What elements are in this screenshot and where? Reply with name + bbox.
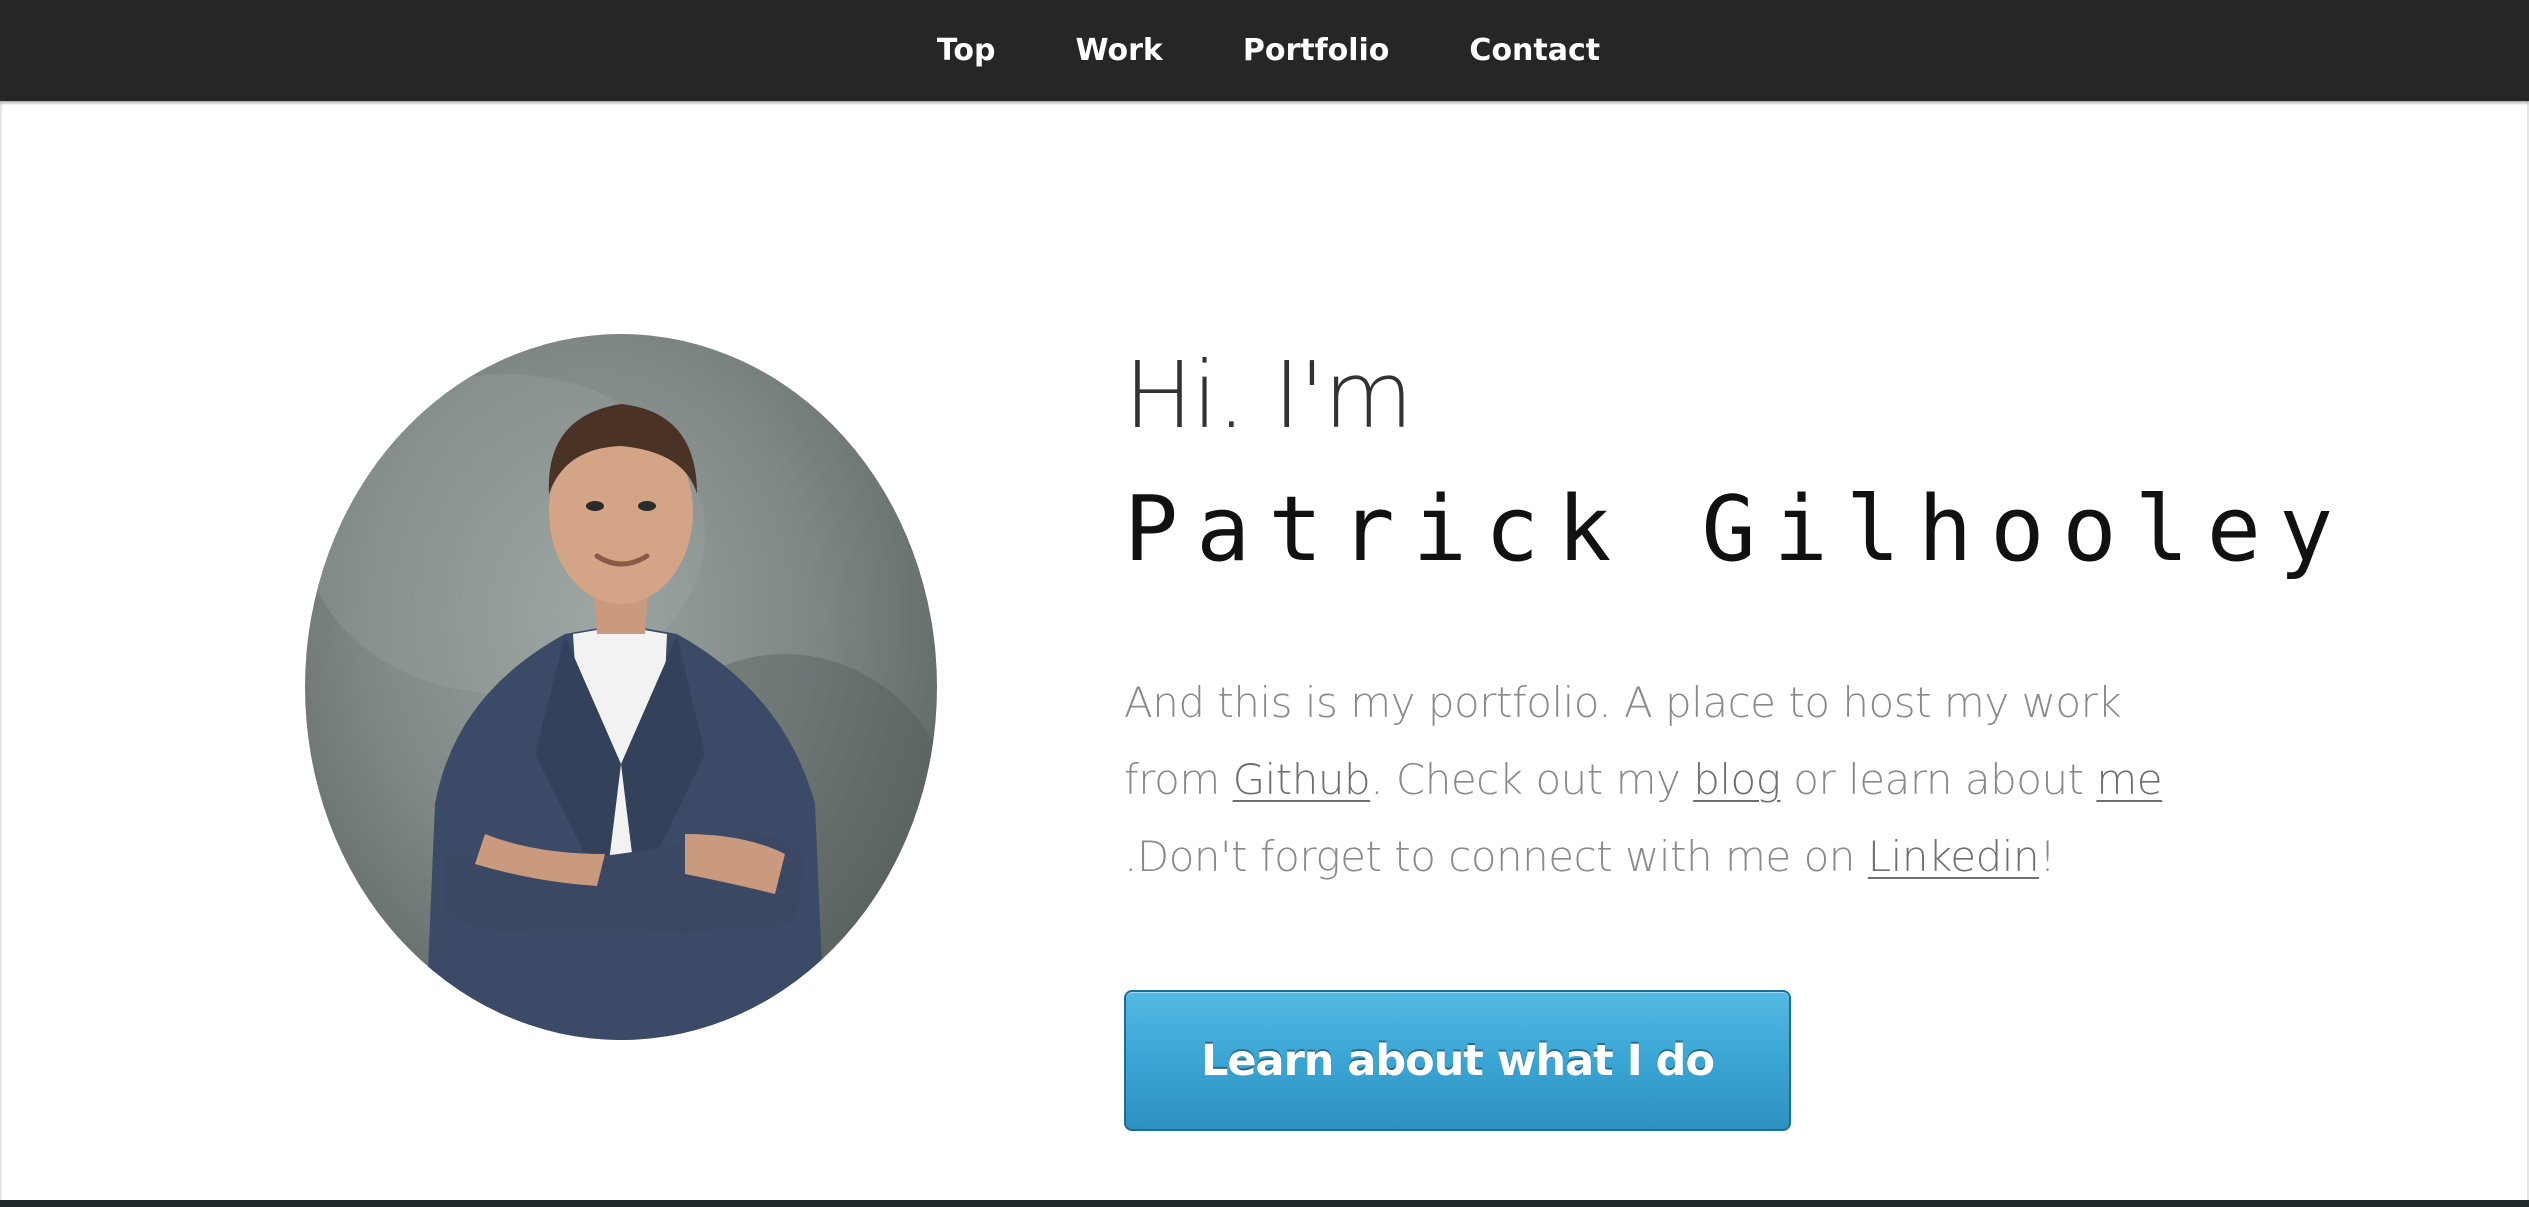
about-me-link[interactable]: me [2096, 755, 2162, 804]
greeting-heading: Hi. I'm [1124, 342, 1413, 449]
intro-text-4: .Don't forget to connect with me on [1124, 832, 1868, 881]
typed-name: Patrick Gilhooley [1124, 470, 2333, 590]
blog-link[interactable]: blog [1693, 755, 1781, 804]
intro-text-5: ! [2039, 832, 2056, 881]
portrait-illustration [305, 374, 937, 1040]
nav-item-portfolio[interactable]: Portfolio [1203, 33, 1430, 68]
linkedin-link[interactable]: Linkedin [1868, 832, 2040, 881]
github-link[interactable]: Github [1233, 755, 1371, 804]
intro-text-3: or learn about [1780, 755, 2097, 804]
nav-item-top[interactable]: Top [897, 33, 1036, 68]
name-text: Patrick Gilhooley [1124, 477, 2352, 582]
intro-text-2: . Check out my [1370, 755, 1694, 804]
next-section-edge [0, 1200, 2529, 1207]
top-navbar: Top Work Portfolio Contact [0, 0, 2529, 101]
learn-more-button[interactable]: Learn about what I do [1124, 990, 1791, 1131]
nav-menu: Top Work Portfolio Contact [897, 0, 1640, 101]
profile-photo [305, 334, 937, 1040]
nav-item-contact[interactable]: Contact [1429, 33, 1640, 68]
hero-text: Hi. I'm Patrick Gilhooley And this is my… [1124, 340, 2333, 937]
intro-paragraph: And this is my portfolio. A place to hos… [1124, 664, 2224, 895]
nav-item-work[interactable]: Work [1035, 33, 1202, 68]
